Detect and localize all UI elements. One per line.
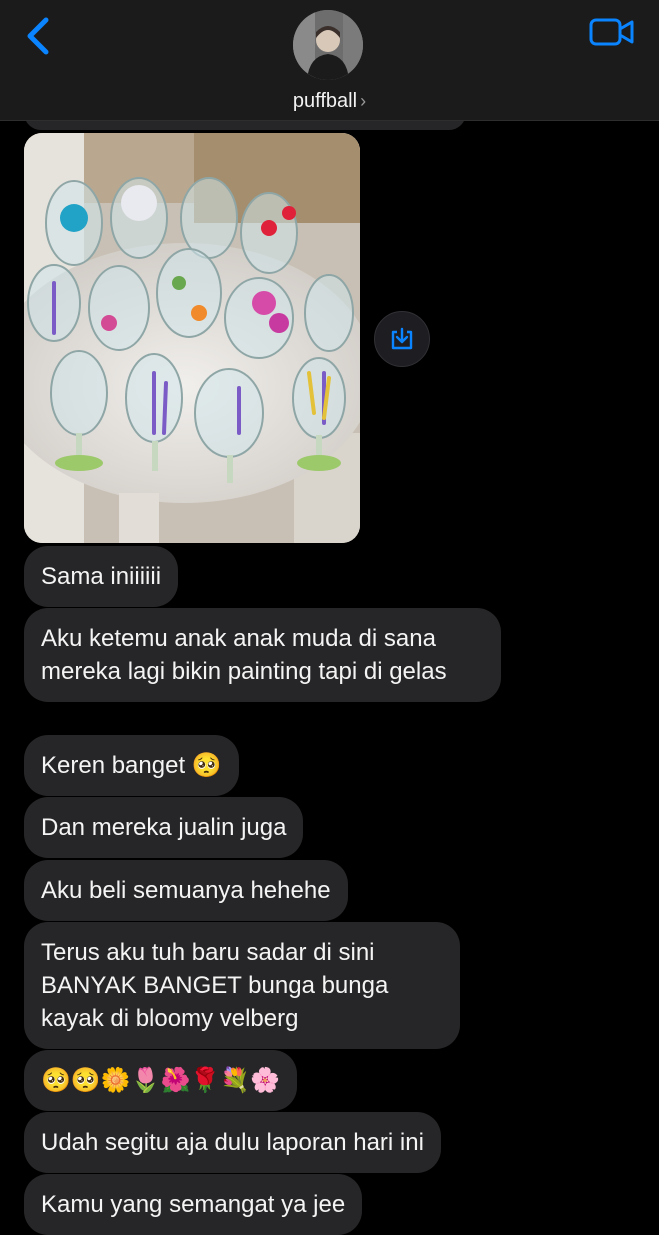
save-image-button[interactable] [374,311,430,367]
message-bubble[interactable]: Terus aku tuh baru sadar di sini BANYAK … [24,922,460,1049]
video-call-button[interactable] [588,16,636,48]
chat-header: puffball › [0,0,659,121]
contact-avatar[interactable] [293,10,363,80]
message-bubble[interactable]: Dan mereka jualin juga [24,797,304,858]
back-button[interactable] [22,14,58,58]
message-text: Kamu yang semangat ya jee [41,1191,346,1218]
emoji-message-bubble[interactable]: 🥺🥺🌼🌷🌺🌹💐🌸 [24,1050,298,1111]
message-bubble[interactable]: Aku beli semuanya hehehe [24,860,348,921]
painted-glasses-photo [24,133,360,543]
message-bubble[interactable]: Udah segitu aja dulu laporan hari ini [24,1112,441,1173]
chevron-left-icon [27,17,49,55]
message-bubble[interactable]: Sama iniiiiii [24,546,179,607]
avatar-photo [293,10,363,80]
video-camera-icon [589,18,634,46]
message-text: Keren banget 🥺 [41,752,222,779]
message-text: Sama iniiiiii [41,563,162,590]
image-message[interactable] [24,133,360,543]
message-bubble[interactable]: Keren banget 🥺 [24,735,239,796]
chevron-right-icon: › [360,91,367,111]
message-text: Terus aku tuh baru sadar di sini BANYAK … [41,939,389,1032]
message-text: Aku beli semuanya hehehe [41,877,331,904]
download-to-tray-icon [391,327,413,350]
message-text: 🥺🥺🌼🌷🌺🌹💐🌸 [41,1067,281,1094]
contact-name-button[interactable]: puffball › [0,90,659,113]
message-text: Aku ketemu anak anak muda di sana mereka… [41,625,447,685]
contact-name: puffball [292,90,358,112]
message-bubble[interactable]: Aku ketemu anak anak muda di sana mereka… [24,608,501,702]
message-text: Dan mereka jualin juga [41,814,287,841]
message-bubble[interactable]: Kamu yang semangat ya jee [24,1174,363,1235]
message-text: Udah segitu aja dulu laporan hari ini [41,1129,424,1156]
